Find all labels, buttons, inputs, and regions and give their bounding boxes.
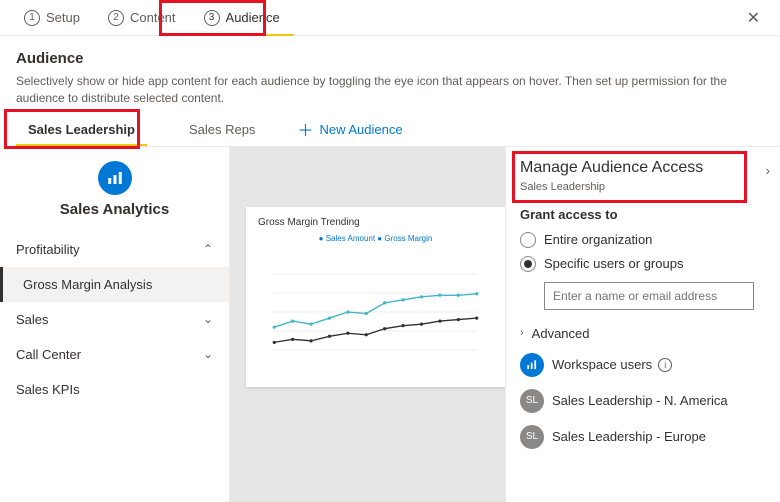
app-brand: Sales Analytics — [0, 157, 229, 232]
audience-tab-label: Sales Leadership — [28, 122, 135, 137]
app-icon — [98, 161, 132, 195]
avatar-initials: SL — [520, 389, 544, 413]
main-body: Sales Analytics Profitability ⌃ Gross Ma… — [0, 147, 780, 502]
chevron-down-icon: ⌄ — [203, 312, 213, 326]
radio-icon — [520, 256, 536, 272]
step-number-icon: 3 — [204, 10, 220, 26]
chart-legend: ● Sales Amount ● Gross Margin — [258, 234, 493, 243]
radio-label: Entire organization — [544, 232, 652, 247]
plus-icon: ＋ — [297, 117, 313, 141]
chevron-right-icon: › — [766, 163, 770, 178]
nav-section-profitability[interactable]: Profitability ⌃ — [0, 232, 229, 267]
wizard-tab-content[interactable]: 2 Content — [94, 0, 190, 36]
info-icon[interactable]: i — [658, 358, 672, 372]
nav-section-label: Call Center — [16, 347, 81, 362]
line-chart — [258, 247, 493, 377]
chevron-down-icon: ⌄ — [203, 347, 213, 361]
nav-section-sales-kpis[interactable]: Sales KPIs — [0, 372, 229, 407]
access-row-label: Sales Leadership - N. America — [552, 393, 728, 408]
panel-subtitle: Sales Leadership — [520, 181, 752, 193]
audience-access-panel: Manage Audience Access Sales Leadership … — [505, 147, 780, 502]
wizard-tab-audience[interactable]: 3 Audience — [190, 0, 294, 36]
nav-item-label: Gross Margin Analysis — [23, 277, 152, 292]
close-icon: ✕ — [747, 10, 760, 27]
chevron-up-icon: ⌃ — [203, 242, 213, 256]
nav-section-call-center[interactable]: Call Center ⌄ — [0, 337, 229, 372]
new-audience-button[interactable]: ＋ New Audience — [297, 117, 402, 141]
audience-tab-sales-reps[interactable]: Sales Reps — [177, 112, 267, 146]
access-row-label: Workspace users — [552, 357, 652, 372]
chart-title: Gross Margin Trending — [258, 217, 493, 228]
nav-section-sales[interactable]: Sales ⌄ — [0, 302, 229, 337]
page-title: Audience — [16, 50, 764, 67]
people-picker-input[interactable] — [544, 282, 754, 310]
radio-label: Specific users or groups — [544, 256, 683, 271]
content-tree: Sales Analytics Profitability ⌃ Gross Ma… — [0, 147, 230, 502]
panel-header[interactable]: Manage Audience Access Sales Leadership … — [520, 159, 766, 193]
avatar-initials: SL — [520, 425, 544, 449]
page-description: Selectively show or hide app content for… — [16, 73, 764, 107]
report-preview: Gross Margin Trending ● Sales Amount ● G… — [230, 147, 505, 502]
panel-title: Manage Audience Access — [520, 159, 752, 177]
chart-card: Gross Margin Trending ● Sales Amount ● G… — [246, 207, 505, 387]
audience-tabs: Sales Leadership Sales Reps ＋ New Audien… — [0, 113, 780, 147]
close-button[interactable]: ✕ — [737, 2, 770, 34]
audience-tab-sales-leadership[interactable]: Sales Leadership — [16, 112, 147, 146]
radio-entire-org[interactable]: Entire organization — [520, 228, 766, 252]
bar-chart-icon — [106, 169, 124, 187]
step-number-icon: 2 — [108, 10, 124, 26]
nav-section-label: Sales KPIs — [16, 382, 80, 397]
app-title: Sales Analytics — [0, 201, 229, 218]
wizard-tab-label: Setup — [46, 10, 80, 25]
advanced-label: Advanced — [532, 326, 590, 341]
wizard-tabs: 1 Setup 2 Content 3 Audience ✕ — [0, 0, 780, 36]
wizard-tab-label: Content — [130, 10, 176, 25]
grant-access-label: Grant access to — [520, 207, 766, 222]
access-row-group[interactable]: SL Sales Leadership - Europe — [520, 419, 766, 455]
nav-section-label: Sales — [16, 312, 49, 327]
page-header: Audience Selectively show or hide app co… — [0, 36, 780, 113]
nav-item-gross-margin[interactable]: Gross Margin Analysis — [0, 267, 229, 302]
access-row-group[interactable]: SL Sales Leadership - N. America — [520, 383, 766, 419]
group-icon — [520, 353, 544, 377]
new-audience-label: New Audience — [319, 122, 402, 137]
wizard-tab-label: Audience — [226, 10, 280, 25]
radio-specific-users[interactable]: Specific users or groups — [520, 252, 766, 276]
wizard-tab-setup[interactable]: 1 Setup — [10, 0, 94, 36]
chevron-right-icon: › — [520, 327, 524, 339]
access-row-label: Sales Leadership - Europe — [552, 429, 706, 444]
step-number-icon: 1 — [24, 10, 40, 26]
nav-section-label: Profitability — [16, 242, 80, 257]
access-row-workspace-users[interactable]: Workspace users i — [520, 347, 766, 383]
audience-tab-label: Sales Reps — [189, 122, 255, 137]
radio-icon — [520, 232, 536, 248]
advanced-toggle[interactable]: › Advanced — [520, 320, 766, 347]
